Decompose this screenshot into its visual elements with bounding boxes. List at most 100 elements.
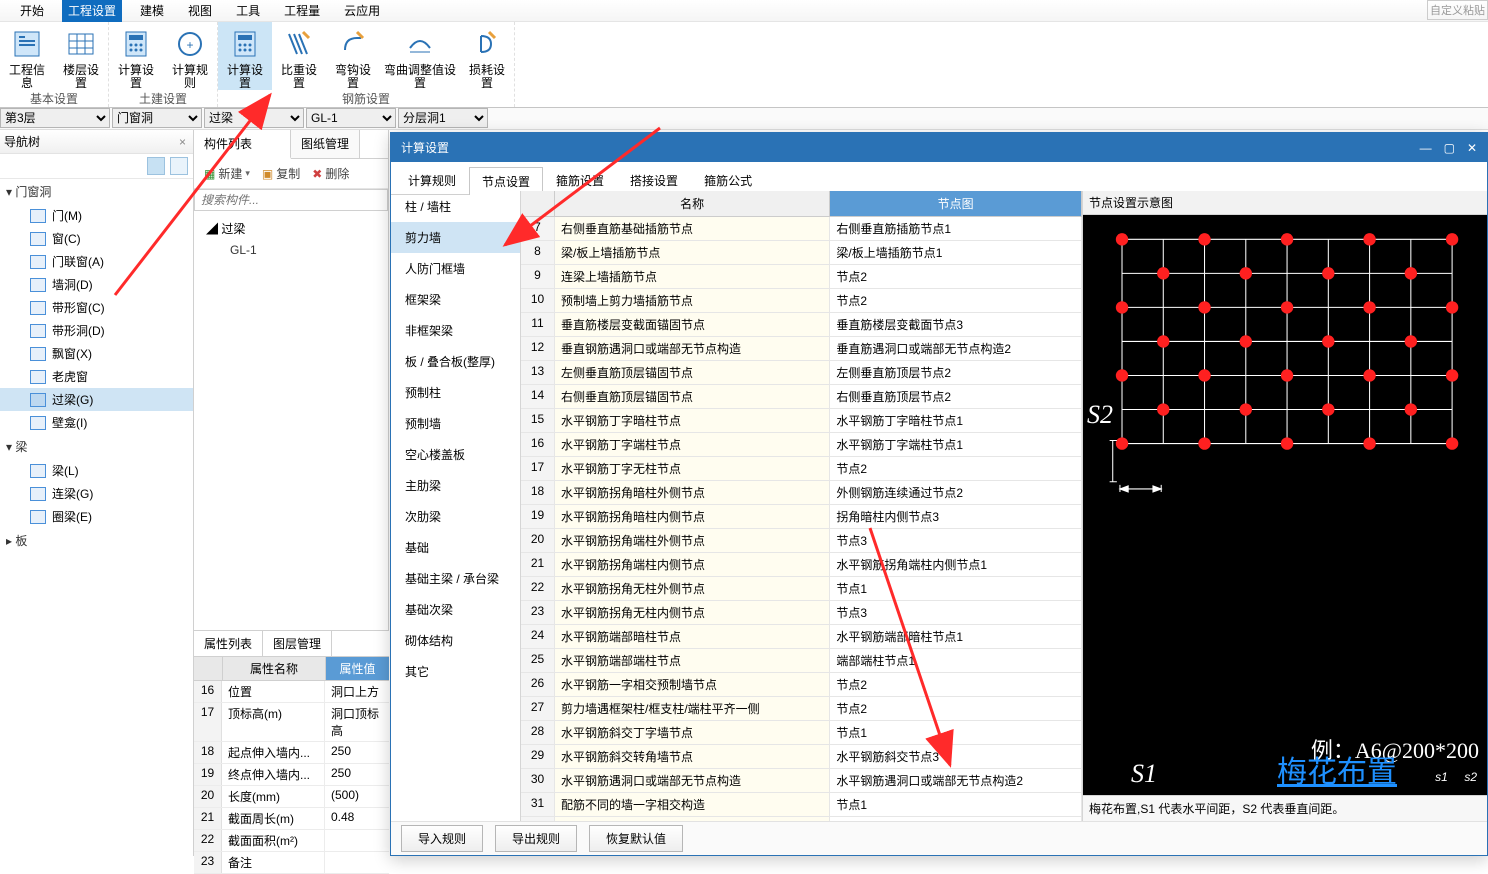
menu-开始[interactable]: 开始 (14, 0, 50, 22)
nav-item-圈梁(E)[interactable]: 圈梁(E) (0, 505, 193, 528)
ribbon-弯曲调整值设置[interactable]: 弯曲调整值设置 (380, 22, 460, 90)
nav-item-带形洞(D)[interactable]: 带形洞(D) (0, 319, 193, 342)
cat-门窗洞[interactable]: ▾ 门窗洞 (0, 179, 193, 204)
grid-row[interactable]: 8梁/板上墙插筋节点梁/板上墙插筋节点1 (521, 241, 1082, 265)
menu-云应用[interactable]: 云应用 (338, 0, 386, 22)
menu-工具[interactable]: 工具 (230, 0, 266, 22)
list-view-icon[interactable] (147, 157, 165, 175)
grid-row[interactable]: 14右侧垂直筋顶层锚固节点右侧垂直筋顶层节点2 (521, 385, 1082, 409)
category-预制墙[interactable]: 预制墙 (391, 408, 520, 439)
export-rules-button[interactable]: 导出规则 (495, 825, 577, 852)
restore-default-button[interactable]: 恢复默认值 (589, 825, 683, 852)
tab-layer-mgmt[interactable]: 图层管理 (263, 631, 332, 656)
grid-row[interactable]: 26水平钢筋一字相交预制墙节点节点2 (521, 673, 1082, 697)
minimize-icon[interactable]: — (1420, 141, 1432, 155)
search-input[interactable] (194, 189, 388, 211)
ribbon-比重设置[interactable]: 比重设置 (272, 22, 326, 90)
tab-drawing-mgmt[interactable]: 图纸管理 (291, 130, 360, 158)
category-人防门框墙[interactable]: 人防门框墙 (391, 253, 520, 284)
tree-parent-lintel[interactable]: ◢ 过梁 (202, 217, 380, 240)
tree-child-gl1[interactable]: GL-1 (202, 240, 380, 260)
cat-梁[interactable]: ▾ 梁 (0, 434, 193, 459)
grid-view-icon[interactable] (170, 157, 188, 175)
grid-row[interactable]: 21水平钢筋拐角端柱内侧节点水平钢筋拐角端柱内侧节点1 (521, 553, 1082, 577)
beam-select[interactable]: 过梁 (204, 108, 304, 128)
category-预制柱[interactable]: 预制柱 (391, 377, 520, 408)
prop-row[interactable]: 22截面面积(m²) (194, 830, 389, 852)
category-剪力墙[interactable]: 剪力墙 (391, 222, 520, 253)
import-rules-button[interactable]: 导入规则 (401, 825, 483, 852)
category-框架梁[interactable]: 框架梁 (391, 284, 520, 315)
grid-row[interactable]: 7右侧垂直筋基础插筋节点右侧垂直筋插筋节点1 (521, 217, 1082, 241)
category-基础[interactable]: 基础 (391, 532, 520, 563)
opening-select[interactable]: 门窗洞 (112, 108, 202, 128)
prop-row[interactable]: 20长度(mm)(500) (194, 786, 389, 808)
grid-row[interactable]: 9连梁上墙插筋节点节点2 (521, 265, 1082, 289)
dlg-tab-计算规则[interactable]: 计算规则 (395, 166, 469, 194)
category-砌体结构[interactable]: 砌体结构 (391, 625, 520, 656)
grid-row[interactable]: 29水平钢筋斜交转角墙节点水平钢筋斜交节点3 (521, 745, 1082, 769)
grid-row[interactable]: 13左侧垂直筋顶层锚固节点左侧垂直筋顶层节点2 (521, 361, 1082, 385)
ribbon-损耗设置[interactable]: 损耗设置 (460, 22, 514, 90)
menu-视图[interactable]: 视图 (182, 0, 218, 22)
floor-select[interactable]: 第3层 (0, 108, 110, 128)
nav-item-老虎窗[interactable]: 老虎窗 (0, 365, 193, 388)
grid-row[interactable]: 22水平钢筋拐角无柱外侧节点节点1 (521, 577, 1082, 601)
prop-row[interactable]: 21截面周长(m)0.48 (194, 808, 389, 830)
cat-板[interactable]: ▸ 板 (0, 528, 193, 549)
ribbon-计算规则[interactable]: +计算规则 (163, 22, 217, 90)
nav-item-壁龛(I)[interactable]: 壁龛(I) (0, 411, 193, 434)
ribbon-弯钩设置[interactable]: 弯钩设置 (326, 22, 380, 90)
menu-建模[interactable]: 建模 (134, 0, 170, 22)
delete-button[interactable]: ✖ 删除 (308, 163, 353, 184)
dlg-tab-箍筋设置[interactable]: 箍筋设置 (543, 166, 617, 194)
grid-row[interactable]: 24水平钢筋端部暗柱节点水平钢筋端部暗柱节点1 (521, 625, 1082, 649)
prop-row[interactable]: 17顶标高(m)洞口顶标高 (194, 703, 389, 742)
grid-row[interactable]: 25水平钢筋端部端柱节点端部端柱节点1 (521, 649, 1082, 673)
nav-item-飘窗(X)[interactable]: 飘窗(X) (0, 342, 193, 365)
close-icon[interactable]: × (176, 135, 189, 149)
close-dialog-icon[interactable]: ✕ (1467, 141, 1477, 155)
nav-item-过梁(G)[interactable]: 过梁(G) (0, 388, 193, 411)
category-空心楼盖板[interactable]: 空心楼盖板 (391, 439, 520, 470)
grid-row[interactable]: 16水平钢筋丁字端柱节点水平钢筋丁字端柱节点1 (521, 433, 1082, 457)
ribbon-工程信息[interactable]: 工程信息 (0, 22, 54, 90)
category-基础主梁 / 承台梁[interactable]: 基础主梁 / 承台梁 (391, 563, 520, 594)
new-button[interactable]: ▦ 新建 ▾ (200, 163, 254, 184)
prop-row[interactable]: 18起点伸入墙内...250 (194, 742, 389, 764)
nav-item-带形窗(C)[interactable]: 带形窗(C) (0, 296, 193, 319)
grid-row[interactable]: 15水平钢筋丁字暗柱节点水平钢筋丁字暗柱节点1 (521, 409, 1082, 433)
nav-item-窗(C)[interactable]: 窗(C) (0, 227, 193, 250)
category-板 / 叠合板(整厚)[interactable]: 板 / 叠合板(整厚) (391, 346, 520, 377)
dlg-tab-搭接设置[interactable]: 搭接设置 (617, 166, 691, 194)
category-次肋梁[interactable]: 次肋梁 (391, 501, 520, 532)
grid-row[interactable]: 31配筋不同的墙一字相交构造节点1 (521, 793, 1082, 817)
grid-row[interactable]: 12垂直钢筋遇洞口或端部无节点构造垂直筋遇洞口或端部无节点构造2 (521, 337, 1082, 361)
ribbon-楼层设置[interactable]: 楼层设置 (54, 22, 108, 90)
grid-row[interactable]: 10预制墙上剪力墙插筋节点节点2 (521, 289, 1082, 313)
nav-item-连梁(G)[interactable]: 连梁(G) (0, 482, 193, 505)
nav-item-墙洞(D)[interactable]: 墙洞(D) (0, 273, 193, 296)
dlg-tab-箍筋公式[interactable]: 箍筋公式 (691, 166, 765, 194)
grid-row[interactable]: 23水平钢筋拐角无柱内侧节点节点3 (521, 601, 1082, 625)
grid-row[interactable]: 27剪力墙遇框架柱/框支柱/端柱平齐一侧节点2 (521, 697, 1082, 721)
prop-row[interactable]: 23备注 (194, 852, 389, 874)
layer-select[interactable]: 分层洞1 (398, 108, 488, 128)
code-select[interactable]: GL-1 (306, 108, 396, 128)
nav-item-门(M)[interactable]: 门(M) (0, 204, 193, 227)
grid-row[interactable]: 30水平钢筋遇洞口或端部无节点构造水平钢筋遇洞口或端部无节点构造2 (521, 769, 1082, 793)
copy-button[interactable]: ▣ 复制 (258, 163, 304, 184)
grid-row[interactable]: 28水平钢筋斜交丁字墙节点节点1 (521, 721, 1082, 745)
prop-row[interactable]: 16位置洞口上方 (194, 681, 389, 703)
grid-row[interactable]: 11垂直筋楼层变截面锚固节点垂直筋楼层变截面节点3 (521, 313, 1082, 337)
grid-row[interactable]: 19水平钢筋拐角暗柱内侧节点拐角暗柱内侧节点3 (521, 505, 1082, 529)
grid-row[interactable]: 18水平钢筋拐角暗柱外侧节点外侧钢筋连续通过节点2 (521, 481, 1082, 505)
category-非框架梁[interactable]: 非框架梁 (391, 315, 520, 346)
nav-item-门联窗(A)[interactable]: 门联窗(A) (0, 250, 193, 273)
tab-component-list[interactable]: 构件列表 (194, 130, 291, 159)
prop-row[interactable]: 19终点伸入墙内...250 (194, 764, 389, 786)
tab-prop-list[interactable]: 属性列表 (194, 631, 263, 656)
nav-item-梁(L)[interactable]: 梁(L) (0, 459, 193, 482)
menu-工程量[interactable]: 工程量 (278, 0, 326, 22)
category-柱 / 墙柱[interactable]: 柱 / 墙柱 (391, 191, 520, 222)
